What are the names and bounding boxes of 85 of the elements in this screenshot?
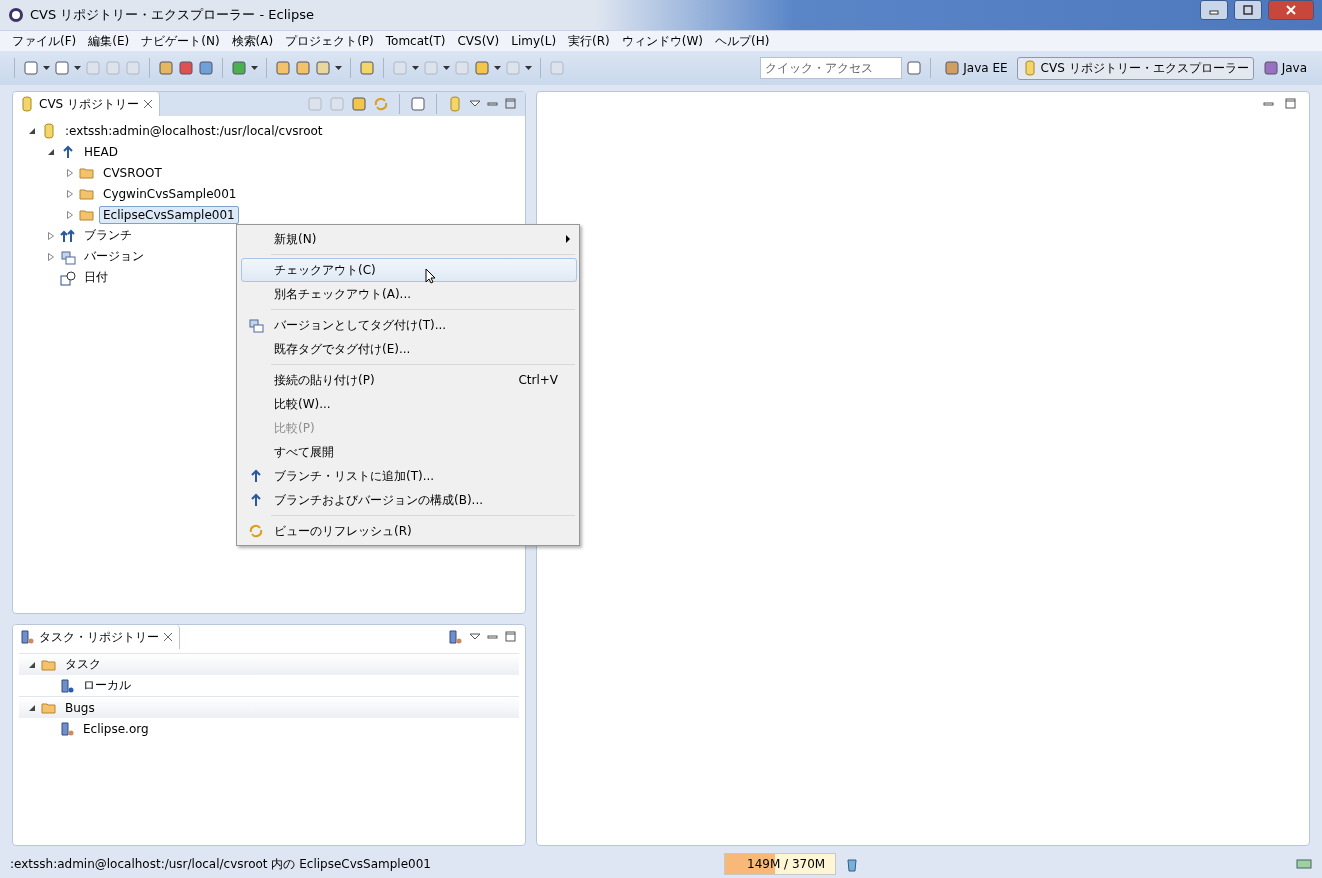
progress-icon[interactable] <box>1296 856 1312 872</box>
database-person-icon <box>59 720 75 737</box>
tree-item[interactable]: CygwinCvsSample001 <box>99 184 241 203</box>
database-user-icon <box>59 677 75 694</box>
menu-item[interactable]: ヘルプ(H) <box>709 32 776 50</box>
calendar-clock-icon <box>60 269 76 286</box>
caret-icon <box>335 66 342 70</box>
expand-toggle[interactable] <box>66 168 74 177</box>
tree-item[interactable]: ブランチ <box>80 225 136 246</box>
tree-item[interactable]: 日付 <box>80 267 112 288</box>
caret-icon <box>74 66 81 70</box>
menu-item[interactable]: ファイル(F) <box>6 32 83 50</box>
tag-stack-icon <box>248 317 264 333</box>
close-button[interactable] <box>1268 0 1314 20</box>
collapse-toggle[interactable] <box>28 126 36 135</box>
maximize-icon[interactable] <box>1285 98 1297 110</box>
collapse-toggle[interactable] <box>28 703 36 712</box>
tree-item[interactable]: Bugs <box>61 698 99 717</box>
window-title: CVS リポジトリー・エクスプローラー - Eclipse <box>30 6 315 24</box>
maximize-icon[interactable] <box>505 98 517 110</box>
maximize-icon[interactable] <box>505 631 517 643</box>
menu-item[interactable]: 別名チェックアウト(A)... <box>241 282 577 306</box>
caret-icon <box>525 66 532 70</box>
repositories-icon <box>19 629 35 645</box>
expand-toggle[interactable] <box>47 231 55 240</box>
perspective-button[interactable]: CVS リポジトリー・エクスプローラー <box>1016 56 1254 80</box>
menu-item[interactable]: Tomcat(T) <box>379 34 452 48</box>
close-icon <box>1286 5 1296 15</box>
tree-item[interactable]: HEAD <box>80 142 123 161</box>
add-repository-icon <box>447 629 463 645</box>
eclipse-logo-icon <box>8 7 24 23</box>
menu-item[interactable]: 接続の貼り付け(P) Ctrl+V <box>241 368 577 392</box>
caret-icon <box>494 66 501 70</box>
status-text: :extssh:admin@localhost:/usr/local/cvsroot 内の EclipseCvsSample001 <box>10 855 432 873</box>
tree-item[interactable]: EclipseCvsSample001 <box>99 205 239 224</box>
menu-item[interactable]: 新規(N) <box>241 227 577 251</box>
view-tab[interactable]: タスク・リポジトリー <box>39 628 159 646</box>
perspective-button[interactable]: Java EE <box>939 57 1013 79</box>
quick-access-field[interactable]: クイック・アクセス <box>760 57 903 79</box>
menu-item[interactable]: ビューのリフレッシュ(R) <box>241 519 577 543</box>
close-icon[interactable] <box>163 632 173 642</box>
collapse-toggle[interactable] <box>47 147 55 156</box>
database-icon <box>41 122 57 139</box>
tree-item[interactable]: ローカル <box>79 675 135 696</box>
expand-toggle[interactable] <box>47 252 55 261</box>
database-icon <box>19 96 35 112</box>
menu-item[interactable]: チェックアウト(C) <box>241 258 577 282</box>
trash-icon[interactable] <box>844 856 860 872</box>
caret-icon <box>43 66 50 70</box>
tree-item[interactable]: Eclipse.org <box>79 719 153 738</box>
tree-item[interactable]: タスク <box>61 654 105 675</box>
menu-item[interactable]: Limy(L) <box>505 34 563 48</box>
branches-icon <box>60 227 76 244</box>
menu-item[interactable]: ブランチおよびバージョンの構成(B)... <box>241 488 577 512</box>
menu-item[interactable]: ナビゲート(N) <box>135 32 226 50</box>
expand-toggle[interactable] <box>66 210 74 219</box>
menu-item[interactable]: バージョンとしてタグ付け(T)... <box>241 313 577 337</box>
menu-item[interactable]: 検索(A) <box>225 32 280 50</box>
refresh-icon <box>248 523 264 539</box>
menu-item[interactable]: 実行(R) <box>562 32 616 50</box>
tree-item[interactable]: バージョン <box>80 246 148 267</box>
caret-icon <box>251 66 258 70</box>
maximize-icon <box>1243 5 1253 15</box>
menu-item[interactable]: ウィンドウ(W) <box>615 32 709 50</box>
refresh-icon <box>373 96 389 112</box>
tree-item[interactable]: :extssh:admin@localhost:/usr/local/cvsroot <box>61 121 327 140</box>
menu-item[interactable]: CVS(V) <box>451 34 506 48</box>
expand-toggle[interactable] <box>66 189 74 198</box>
menu-item[interactable]: 比較(W)... <box>241 392 577 416</box>
menu-item[interactable]: プロジェクト(P) <box>279 32 380 50</box>
caret-icon <box>412 66 419 70</box>
maximize-button[interactable] <box>1234 0 1262 20</box>
menu-item[interactable]: 既存タグでタグ付け(E)... <box>241 337 577 361</box>
minimize-button[interactable] <box>1200 0 1228 20</box>
collapse-toggle[interactable] <box>28 660 36 669</box>
add-repository-icon <box>447 96 463 112</box>
perspective-button[interactable]: Java <box>1257 57 1312 79</box>
tree-item[interactable]: CVSROOT <box>99 163 166 182</box>
menu-item[interactable]: すべて展開 <box>241 440 577 464</box>
menu-item[interactable]: ブランチ・リストに追加(T)... <box>241 464 577 488</box>
close-icon[interactable] <box>143 99 154 109</box>
menu-item[interactable]: 編集(E) <box>82 32 136 50</box>
tag-stack-icon <box>60 248 76 265</box>
heap-status: 149M / 370M <box>724 853 836 875</box>
caret-icon <box>443 66 450 70</box>
